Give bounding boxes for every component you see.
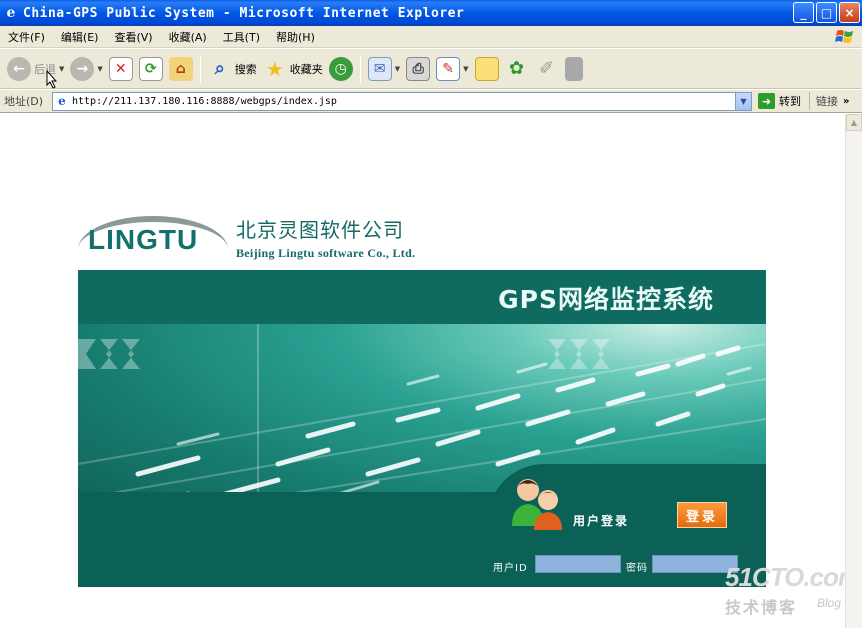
stop-button[interactable]: ✕ (106, 53, 136, 85)
mail-dropdown-icon[interactable]: ▼ (395, 65, 400, 73)
bookmark-icon (564, 56, 583, 81)
search-icon: ⌕ (214, 58, 225, 79)
edit-dropdown-icon[interactable]: ▼ (463, 65, 468, 73)
search-label: 搜索 (234, 62, 257, 76)
close-button[interactable]: × (839, 2, 860, 23)
lingtu-logo: LINGTU (78, 212, 230, 258)
links-button[interactable]: 链接 (816, 93, 838, 109)
stop-icon: ✕ (108, 56, 133, 81)
search-button[interactable]: ⌕ 搜索 (205, 53, 260, 85)
password-label: 密码 (626, 563, 648, 574)
user-id-label: 用户ID (493, 563, 528, 574)
watermark-blog: Blog (817, 596, 842, 610)
minimize-button[interactable]: _ (793, 2, 814, 23)
address-label: 地址(D) (4, 95, 44, 108)
banner-title: GPS网络监控系统 (498, 285, 714, 314)
address-url[interactable]: http://211.137.180.116:8888/webgps/index… (72, 96, 337, 107)
watermark-main: 51CTO.com (725, 562, 845, 592)
forward-button[interactable]: → ▼ (67, 53, 105, 85)
discuss-button[interactable] (472, 53, 502, 85)
address-dropdown-icon[interactable]: ▼ (735, 92, 751, 110)
menu-help[interactable]: 帮助(H) (268, 29, 323, 45)
refresh-icon: ⟳ (138, 56, 163, 81)
home-icon: ⌂ (168, 56, 193, 81)
toolbar-separator (199, 54, 201, 83)
page-ie-icon: e (58, 94, 66, 108)
forward-dropdown-icon[interactable]: ▼ (97, 65, 102, 73)
mail-button[interactable]: ✉ ▼ (365, 53, 403, 85)
menu-favorites[interactable]: 收藏(A) (161, 29, 215, 45)
home-button[interactable]: ⌂ (166, 53, 196, 85)
print-button[interactable]: ⎙ (403, 53, 433, 85)
menu-view[interactable]: 查看(V) (106, 29, 160, 45)
links-chevron-icon[interactable]: » (843, 96, 849, 107)
logo-text: LINGTU (88, 224, 199, 255)
address-input[interactable]: e http://211.137.180.116:8888/webgps/ind… (52, 91, 752, 111)
note-icon (474, 56, 499, 81)
watermark-cn: 技术博客 (725, 598, 798, 617)
vertical-scrollbar[interactable]: ▲ (845, 114, 862, 628)
forward-arrow-icon: → (70, 56, 95, 81)
tools-extra-button[interactable] (562, 53, 586, 85)
history-icon: ◷ (328, 56, 353, 81)
edit-button[interactable]: ✎ ▼ (433, 53, 471, 85)
watermark: 51CTO.com 技术博客 Blog (725, 562, 845, 622)
menu-bar: 文件(F) 编辑(E) 查看(V) 收藏(A) 工具(T) 帮助(H) (0, 26, 862, 48)
refresh-button[interactable]: ⟳ (136, 53, 166, 85)
company-name-en: Beijing Lingtu software Co., Ltd. (236, 246, 416, 260)
windows-flag-icon (834, 27, 856, 47)
messenger-button[interactable]: ✿ (502, 53, 532, 85)
favorites-button[interactable]: ★ 收藏夹 (260, 53, 326, 85)
login-title: 用户登录 (573, 514, 630, 528)
back-dropdown-icon[interactable]: ▼ (59, 65, 64, 73)
login-button[interactable]: 登录 (677, 502, 727, 528)
menu-tools[interactable]: 工具(T) (215, 29, 268, 45)
menu-file[interactable]: 文件(F) (0, 29, 53, 45)
go-button[interactable]: ➜ 转到 (758, 93, 801, 109)
back-arrow-icon: ← (7, 56, 31, 81)
messenger-icon: ✿ (509, 58, 525, 79)
maximize-button[interactable]: □ (816, 2, 837, 23)
title-bar[interactable]: e China-GPS Public System - Microsoft In… (0, 0, 862, 26)
printer-icon: ⎙ (406, 56, 431, 81)
window-controls: _ □ × (793, 2, 860, 23)
mail-icon: ✉ (367, 56, 392, 81)
go-label: 转到 (779, 95, 801, 108)
menu-edit[interactable]: 编辑(E) (53, 29, 107, 45)
research-button[interactable]: ✐ (532, 53, 562, 85)
users-icon (510, 476, 568, 530)
page-content: LINGTU 北京灵图软件公司 Beijing Lingtu software … (0, 114, 845, 628)
research-icon: ✐ (539, 58, 555, 79)
gps-banner: GPS网络监控系统 用户登录 登录 用户ID 密码 (78, 270, 766, 587)
company-name-cn: 北京灵图软件公司 (236, 218, 404, 242)
toolbar-separator (359, 54, 361, 83)
user-id-input[interactable] (535, 555, 621, 573)
window-title: China-GPS Public System - Microsoft Inte… (23, 5, 465, 21)
ie-logo-icon: e (6, 5, 16, 21)
login-panel: 用户登录 登录 用户ID 密码 (78, 464, 766, 587)
mouse-cursor-icon (46, 69, 58, 90)
links-separator (809, 92, 810, 110)
address-bar: 地址(D) e http://211.137.180.116:8888/webg… (0, 90, 862, 113)
scroll-up-icon[interactable]: ▲ (846, 114, 862, 131)
favorites-label: 收藏夹 (289, 62, 323, 76)
toolbar: ← 后退 ▼ → ▼ ✕ ⟳ ⌂ ⌕ 搜索 ★ 收藏夹 ◷ ✉ ▼ ⎙ ✎ ▼ … (0, 49, 862, 89)
star-icon: ★ (265, 56, 284, 81)
history-button[interactable]: ◷ (326, 53, 356, 85)
go-arrow-icon: ➜ (758, 93, 775, 109)
edit-page-icon: ✎ (436, 56, 461, 81)
